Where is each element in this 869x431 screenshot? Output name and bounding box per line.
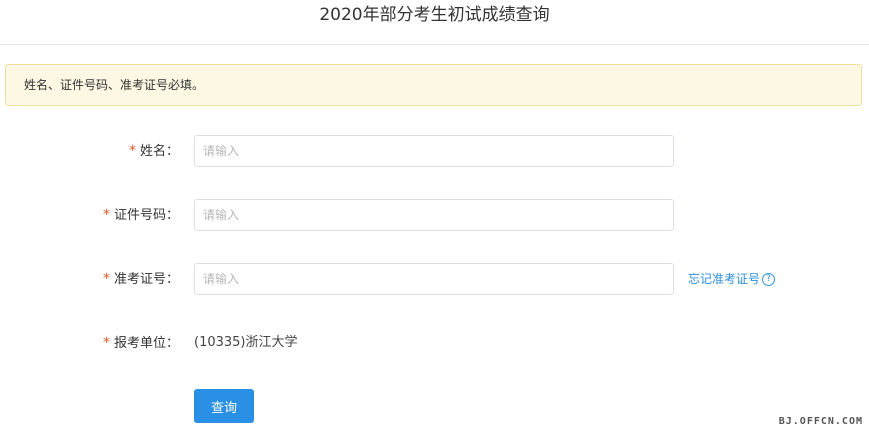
name-label: 姓名： bbox=[139, 144, 179, 159]
page-header: 2020年部分考生初试成绩查询 bbox=[0, 0, 869, 45]
required-mark: * bbox=[102, 271, 110, 287]
name-input[interactable] bbox=[194, 135, 674, 167]
required-mark: * bbox=[128, 143, 136, 159]
id-number-input[interactable] bbox=[194, 199, 674, 231]
unit-value: (10335)浙江大学 bbox=[194, 335, 298, 350]
page-title: 2020年部分考生初试成绩查询 bbox=[319, 5, 550, 25]
unit-label-wrap: * 报考单位： bbox=[103, 327, 179, 359]
name-label-wrap: * 姓名： bbox=[129, 135, 179, 167]
id-number-row: * 证件号码： bbox=[0, 199, 869, 231]
id-number-label-wrap: * 证件号码： bbox=[103, 199, 179, 231]
exam-number-label: 准考证号： bbox=[113, 272, 179, 287]
page: 2020年部分考生初试成绩查询 姓名、证件号码、准考证号必填。 *姓名： *证件… bbox=[0, 0, 869, 431]
unit-row: * 报考单位： (10335)浙江大学 bbox=[0, 327, 869, 359]
exam-number-row: *准考证号： 忘记准考证号? bbox=[0, 263, 869, 295]
exam-number-input[interactable] bbox=[194, 263, 674, 295]
id-number-label: 证件号码： bbox=[113, 208, 179, 223]
site-watermark: BJ.OFFCN.COM bbox=[778, 416, 863, 427]
required-mark: * bbox=[102, 207, 110, 223]
required-notice: 姓名、证件号码、准考证号必填。 bbox=[5, 64, 862, 106]
unit-label: 报考单位： bbox=[113, 336, 179, 351]
forgot-exam-number-label: 忘记准考证号 bbox=[688, 272, 761, 286]
exam-number-label-wrap: * 准考证号： bbox=[103, 263, 179, 295]
question-icon: ? bbox=[762, 273, 776, 286]
query-button[interactable]: 查询 bbox=[194, 389, 254, 423]
required-mark: * bbox=[102, 335, 110, 351]
forgot-exam-number-link[interactable]: 忘记准考证号? bbox=[688, 263, 776, 295]
name-row: * 姓名： bbox=[0, 135, 869, 167]
